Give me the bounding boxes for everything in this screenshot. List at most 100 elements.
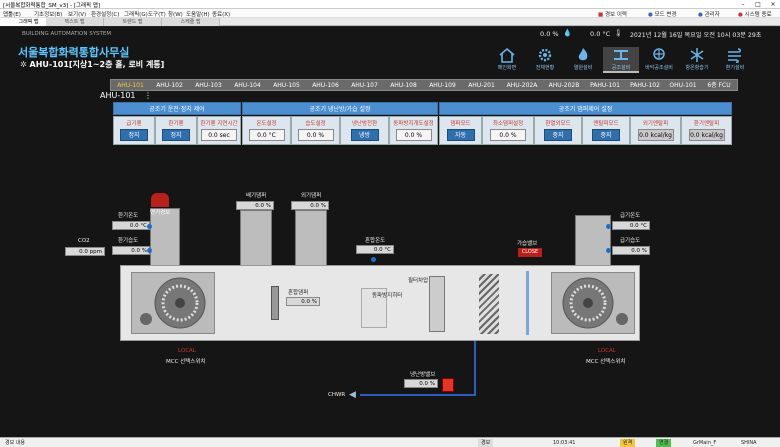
valve-actuator-icon[interactable] (442, 378, 454, 392)
graphic-map-area: BUILDING AUTOMATION SYSTEM 0.0 % 💧 0.0 °… (0, 27, 780, 437)
tab-ahu-201[interactable]: AHU-201 (462, 80, 501, 91)
sa-temp-label: 급기온도 (620, 213, 641, 219)
filter-icon (429, 276, 445, 332)
tab-ahu-101[interactable]: AHU-101 (111, 80, 150, 91)
more-icon[interactable]: ⋮ (144, 91, 152, 100)
menu-item-graphic[interactable]: 그래픽(G) (124, 10, 148, 18)
tab-ahu-202b[interactable]: AHU-202B (543, 80, 585, 91)
alarm-content: 경보 내용 (5, 440, 25, 446)
cell-min-damper: 최소댐퍼설정 0.0 % (482, 116, 534, 145)
mcc-right: MCC 선택스위치 (586, 359, 626, 365)
nav-floor-hvac[interactable]: 바닥공조설비 (641, 47, 677, 71)
mix-damper-value: 0.0 % (286, 297, 320, 306)
connection-status: 연결 (656, 439, 672, 447)
maximize-icon[interactable]: □ (751, 0, 765, 9)
menu-item-tools[interactable]: 도구(T) (148, 10, 166, 18)
nav-crac[interactable]: 항온항습기 (679, 47, 715, 71)
window-titlebar: [서울복합화력통합_SM_v3] - [그래픽 맵] – □ × (0, 0, 780, 9)
gear-icon (538, 48, 552, 62)
sa-hum-label: 급기습도 (620, 238, 641, 244)
group-heat-cool: 공조기 냉난방/가습 설정 (242, 102, 438, 115)
tab-ahu-103[interactable]: AHU-103 (189, 80, 228, 91)
nav-heat-source[interactable]: 열원설비 (565, 47, 601, 71)
ra-temp-value: 0.0 °C (112, 221, 150, 230)
ea-damper-value: 0.0 % (236, 201, 274, 210)
supply-fan (551, 272, 635, 334)
fan-icon (140, 277, 206, 329)
ahu-label: AHU-101 (100, 91, 136, 100)
oa-damper-label: 외기댐퍼 (301, 193, 322, 199)
tab-text-map[interactable]: 텍스트 맵 (46, 18, 104, 26)
alarm-history-button[interactable]: ■ 경보 이력 (598, 10, 627, 18)
smoke-alarm-icon (151, 193, 169, 207)
ra-hum-value: 0.0 % (112, 246, 150, 255)
ahu-tab-bar: AHU-101 AHU-102 AHU-103 AHU-104 AHU-105 … (110, 79, 738, 91)
nav-main[interactable]: 메인화면 (489, 47, 525, 71)
menu-bar: 맵툴(E) 기초정보(B) 보기(V) 환경설정(C) 그래픽(G) 도구(T)… (0, 9, 780, 18)
ra-temp-label: 환기온도 (118, 213, 139, 219)
tab-ahu-202a[interactable]: AHU-202A (501, 80, 543, 91)
return-fan-button[interactable]: 정지 (162, 129, 190, 141)
close-icon[interactable]: × (766, 0, 780, 9)
tab-ohu-101[interactable]: OHU-101 (665, 80, 701, 91)
sa-hum-value: 0.0 % (612, 246, 650, 255)
temp-set-field[interactable]: 0.0 °C (248, 129, 285, 141)
tab-ahu-108[interactable]: AHU-108 (384, 80, 423, 91)
economizer-button[interactable]: 중지 (544, 129, 572, 141)
menu-item-view[interactable]: 보기(V) (68, 10, 86, 18)
system-exit-button[interactable]: ● 시스템 종료 (738, 10, 772, 18)
co2-label: CO2 (78, 238, 90, 244)
alarm-status: 경보 (478, 439, 494, 447)
group-run-stop: 공조기 운전·정지 제어 (113, 102, 241, 115)
tab-ahu-104[interactable]: AHU-104 (228, 80, 267, 91)
map-name: GrMain_F (693, 440, 717, 446)
cell-return-fan: 환기팬 정지 (155, 116, 197, 145)
mode-change-button[interactable]: ● 모드 변경 (648, 10, 677, 18)
tab-pahu-102[interactable]: PAHU-102 (625, 80, 665, 91)
tab-ahu-107[interactable]: AHU-107 (345, 80, 384, 91)
return-fan (131, 272, 215, 334)
freeze-field[interactable]: 0.0 % (395, 129, 432, 141)
ahu-icon (614, 50, 628, 60)
filter-label: 필터차압 (408, 278, 429, 284)
smoke-alarm-label: 연기경보 (150, 210, 171, 216)
menu-item-exit[interactable]: 종료(X) (212, 10, 230, 18)
tab-6f-fcu[interactable]: 6층 FCU (701, 80, 737, 91)
nav-ventilation[interactable]: 환기설비 (717, 47, 753, 71)
damper-mode-button[interactable]: 자동 (446, 129, 475, 141)
supply-fan-button[interactable]: 정지 (120, 129, 148, 141)
cell-supply-fan: 급기팬 정지 (113, 116, 155, 145)
tab-schedule-map[interactable]: 스케줄 맵 (162, 18, 220, 26)
tab-pahu-101[interactable]: PAHU-101 (585, 80, 625, 91)
ahu-unit (120, 265, 640, 341)
tab-trend-map[interactable]: 트렌드 맵 (104, 18, 162, 26)
nav-overview[interactable]: 전체현황 (527, 47, 563, 71)
mix-temp-label: 혼합온도 (365, 238, 386, 244)
mode-button[interactable]: 냉방 (350, 129, 379, 141)
tab-ahu-105[interactable]: AHU-105 (267, 80, 306, 91)
minimize-icon[interactable]: – (736, 0, 750, 9)
menu-item-settings[interactable]: 환경설정(C) (91, 10, 119, 18)
nav-hvac[interactable]: 공조설비 (603, 47, 639, 73)
admin-button[interactable]: ● 관리자 (698, 10, 720, 18)
hum-set-field[interactable]: 0.0 % (297, 129, 334, 141)
outside-air-duct (295, 210, 327, 266)
droplet-icon: 💧 (563, 29, 572, 37)
oa-damper-value: 0.0 % (291, 201, 329, 210)
page-subtitle: ✲ AHU-101[지상1~2층 홀, 로비 계통] (20, 60, 165, 69)
supply-duct (575, 215, 611, 266)
menu-item-basic[interactable]: 기초정보(B) (34, 10, 62, 18)
min-damper-field[interactable]: 0.0 % (490, 129, 526, 141)
menu-item-maptool[interactable]: 맵툴(E) (3, 10, 21, 18)
sensor-dot (606, 248, 611, 253)
menu-item-help[interactable]: 도움말(H) (186, 10, 210, 18)
menu-item-window[interactable]: 창(W) (168, 10, 183, 18)
sensor-dot (147, 248, 152, 253)
floor-fan-icon (653, 48, 665, 60)
fan-delay-field[interactable]: 0.0 sec (201, 129, 237, 141)
remote-status: 원격 (620, 439, 636, 447)
tab-ahu-109[interactable]: AHU-109 (423, 80, 462, 91)
enthalpy-mode-button[interactable]: 중지 (592, 129, 620, 141)
tab-ahu-102[interactable]: AHU-102 (150, 80, 189, 91)
tab-ahu-106[interactable]: AHU-106 (306, 80, 345, 91)
